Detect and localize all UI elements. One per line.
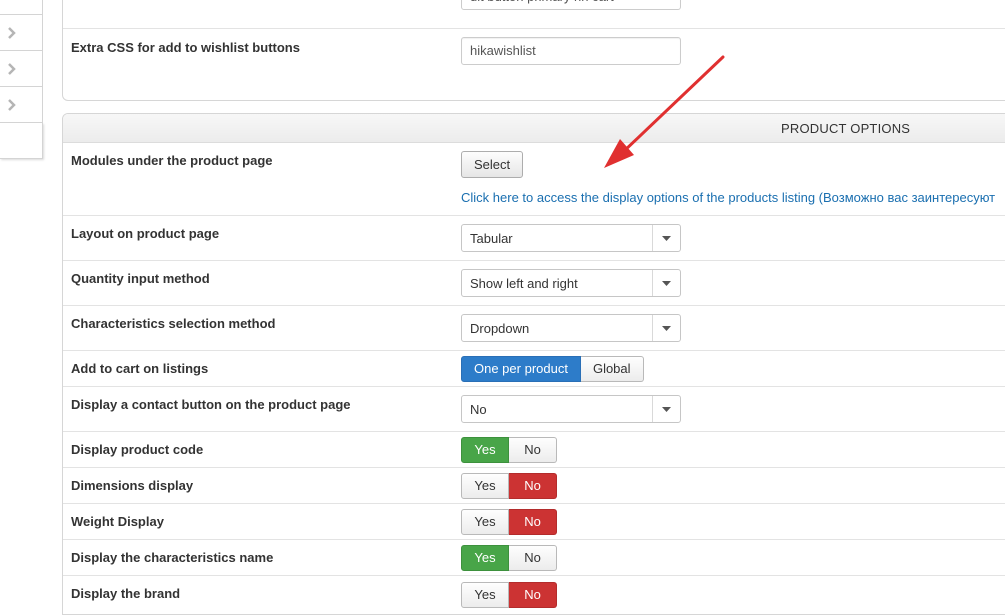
dropdown-arrow-icon: [652, 270, 680, 296]
product-options-panel: PRODUCT OPTIONS Modules under the produc…: [62, 113, 1005, 615]
nav-item[interactable]: [0, 87, 43, 123]
add-to-cart-label: Add to cart on listings: [71, 361, 209, 376]
left-nav: [0, 0, 43, 159]
product-code-toggle: Yes No: [461, 437, 557, 463]
dimensions-row: Dimensions display Yes No: [63, 468, 1005, 504]
nav-item[interactable]: [0, 15, 43, 51]
weight-label: Weight Display: [71, 514, 164, 529]
modules-label: Modules under the product page: [71, 153, 273, 168]
yes-option[interactable]: Yes: [461, 509, 509, 535]
characteristics-name-row: Display the characteristics name Yes No: [63, 540, 1005, 576]
product-code-row: Display product code Yes No: [63, 432, 1005, 468]
modules-row: Modules under the product page Select Cl…: [63, 143, 1005, 216]
wishlist-css-label: Extra CSS for add to wishlist buttons: [71, 40, 300, 55]
brand-toggle: Yes No: [461, 582, 557, 608]
characteristics-name-label: Display the characteristics name: [71, 550, 274, 565]
weight-row: Weight Display Yes No: [63, 504, 1005, 540]
yes-option[interactable]: Yes: [461, 545, 509, 571]
no-option[interactable]: No: [509, 509, 557, 535]
layout-select-value: Tabular: [470, 231, 513, 246]
nav-item[interactable]: [0, 123, 43, 159]
dropdown-arrow-icon: [652, 315, 680, 341]
add-to-cart-toggle: One per product Global: [461, 356, 644, 382]
contact-row: Display a contact button on the product …: [63, 387, 1005, 432]
contact-label: Display a contact button on the product …: [71, 397, 351, 412]
dimensions-toggle: Yes No: [461, 473, 557, 499]
layout-row: Layout on product page Tabular: [63, 216, 1005, 261]
section-title: PRODUCT OPTIONS: [781, 121, 911, 136]
listing-options-link[interactable]: Click here to access the display options…: [461, 190, 995, 205]
quantity-row: Quantity input method Show left and righ…: [63, 261, 1005, 306]
dropdown-arrow-icon: [652, 396, 680, 422]
dimensions-label: Dimensions display: [71, 478, 194, 493]
add-to-cart-row: Add to cart on listings One per product …: [63, 351, 1005, 387]
quantity-select-value: Show left and right: [470, 276, 578, 291]
dropdown-arrow-icon: [652, 225, 680, 251]
contact-select-value: No: [470, 402, 487, 417]
characteristics-label: Characteristics selection method: [71, 316, 276, 331]
yes-option[interactable]: Yes: [461, 437, 509, 463]
quantity-label: Quantity input method: [71, 271, 210, 286]
characteristics-name-toggle: Yes No: [461, 545, 557, 571]
cart-css-field[interactable]: ult button primary hh cart: [461, 0, 681, 10]
select-modules-button[interactable]: Select: [461, 151, 524, 178]
chevron-right-icon: [8, 98, 16, 111]
product-code-label: Display product code: [71, 442, 204, 457]
one-per-product-option[interactable]: One per product: [461, 356, 581, 382]
no-option[interactable]: No: [509, 582, 557, 608]
contact-select[interactable]: No: [461, 395, 681, 423]
previous-options-panel: ult button primary hh cart Extra CSS for…: [62, 0, 1005, 101]
wishlist-css-field[interactable]: hikawishlist: [461, 37, 681, 65]
yes-option[interactable]: Yes: [461, 473, 509, 499]
brand-row: Display the brand Yes No: [63, 576, 1005, 614]
no-option[interactable]: No: [509, 545, 557, 571]
layout-label: Layout on product page: [71, 226, 220, 241]
characteristics-select-value: Dropdown: [470, 321, 530, 336]
nav-item[interactable]: [0, 0, 43, 15]
chevron-right-icon: [8, 62, 16, 75]
layout-select[interactable]: Tabular: [461, 224, 681, 252]
characteristics-select[interactable]: Dropdown: [461, 314, 681, 342]
section-header: PRODUCT OPTIONS: [63, 114, 1005, 143]
characteristics-row: Characteristics selection method Dropdow…: [63, 306, 1005, 351]
no-option[interactable]: No: [509, 437, 557, 463]
nav-item[interactable]: [0, 51, 43, 87]
brand-label: Display the brand: [71, 586, 181, 601]
chevron-right-icon: [8, 26, 16, 39]
no-option[interactable]: No: [509, 473, 557, 499]
yes-option[interactable]: Yes: [461, 582, 509, 608]
weight-toggle: Yes No: [461, 509, 557, 535]
quantity-select[interactable]: Show left and right: [461, 269, 681, 297]
row-divider: [63, 28, 1005, 29]
global-option[interactable]: Global: [580, 356, 644, 382]
